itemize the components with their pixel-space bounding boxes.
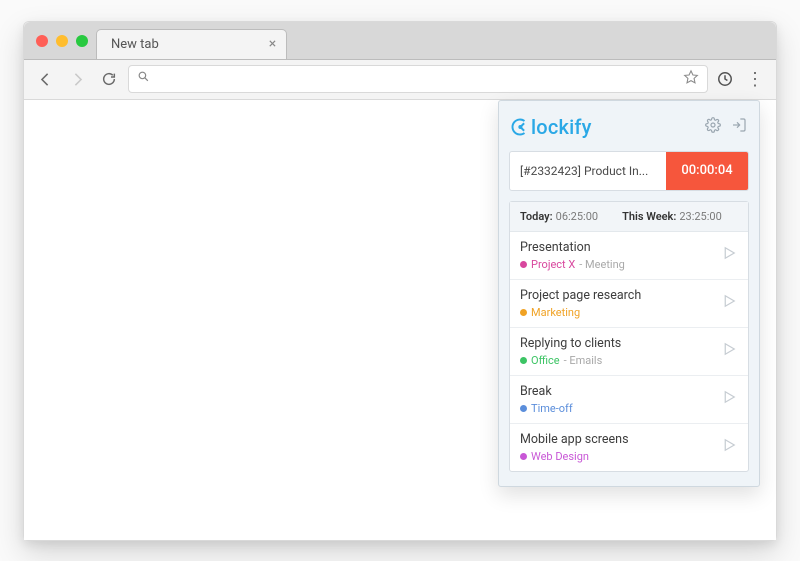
maximize-window-button[interactable]: [76, 35, 88, 47]
browser-menu-icon[interactable]: ⋮: [742, 69, 768, 90]
play-icon[interactable]: [720, 244, 738, 266]
play-icon[interactable]: [720, 436, 738, 458]
bookmark-star-icon[interactable]: [683, 69, 699, 89]
project-color-dot: [520, 453, 527, 460]
page-content: lockify [#2332423] Product In... 00:00:0…: [24, 100, 776, 540]
project-color-dot: [520, 261, 527, 268]
clockify-extension-icon[interactable]: [714, 68, 736, 90]
time-entry[interactable]: Replying to clients Office - Emails: [510, 327, 748, 375]
clockify-logo-text: lockify: [531, 115, 592, 139]
settings-icon[interactable]: [705, 117, 721, 137]
entry-task: - Meeting: [579, 258, 625, 271]
time-entry[interactable]: Presentation Project X - Meeting: [510, 232, 748, 279]
entry-task: - Emails: [564, 354, 603, 367]
close-window-button[interactable]: [36, 35, 48, 47]
browser-window: New tab × ⋮: [23, 21, 777, 541]
time-entry[interactable]: Project page research Marketing: [510, 279, 748, 327]
popup-header: lockify: [509, 111, 749, 141]
tab-strip: New tab ×: [24, 22, 776, 60]
project-color-dot: [520, 405, 527, 412]
play-icon[interactable]: [720, 292, 738, 314]
close-tab-icon[interactable]: ×: [269, 36, 276, 52]
entries-list: Presentation Project X - Meeting Project p…: [510, 232, 748, 471]
search-icon: [137, 70, 150, 87]
browser-toolbar: ⋮: [24, 60, 776, 100]
time-entry[interactable]: Mobile app screens Web Design: [510, 423, 748, 471]
entry-project: Project X: [531, 258, 575, 271]
window-controls: [24, 35, 100, 47]
entries-card: Today:06:25:00 This Week:23:25:00 Presen…: [509, 201, 749, 472]
entry-title: Project page research: [520, 288, 641, 303]
entry-title: Mobile app screens: [520, 432, 629, 447]
entry-project: Web Design: [531, 450, 589, 463]
entry-title: Break: [520, 384, 573, 399]
summary-week: This Week:23:25:00: [622, 210, 722, 223]
project-color-dot: [520, 357, 527, 364]
reload-button[interactable]: [96, 66, 122, 92]
forward-button[interactable]: [64, 66, 90, 92]
browser-tab[interactable]: New tab ×: [96, 29, 287, 59]
clockify-logo-icon: [511, 118, 529, 136]
time-summary: Today:06:25:00 This Week:23:25:00: [510, 202, 748, 232]
clockify-logo: lockify: [511, 115, 592, 139]
clockify-popup: lockify [#2332423] Product In... 00:00:0…: [498, 100, 760, 487]
time-entry[interactable]: Break Time-off: [510, 375, 748, 423]
play-icon[interactable]: [720, 340, 738, 362]
address-bar[interactable]: [128, 65, 708, 93]
project-color-dot: [520, 309, 527, 316]
entry-title: Replying to clients: [520, 336, 621, 351]
entry-project: Office: [531, 354, 560, 367]
tab-title: New tab: [111, 37, 159, 52]
entry-title: Presentation: [520, 240, 625, 255]
summary-today: Today:06:25:00: [520, 210, 598, 223]
active-timer: [#2332423] Product In... 00:00:04: [509, 151, 749, 191]
play-icon[interactable]: [720, 388, 738, 410]
entry-project: Marketing: [531, 306, 580, 319]
active-timer-description[interactable]: [#2332423] Product In...: [520, 164, 658, 178]
logout-icon[interactable]: [731, 117, 747, 137]
minimize-window-button[interactable]: [56, 35, 68, 47]
stop-timer-button[interactable]: 00:00:04: [666, 152, 748, 190]
back-button[interactable]: [32, 66, 58, 92]
entry-project: Time-off: [531, 402, 573, 415]
